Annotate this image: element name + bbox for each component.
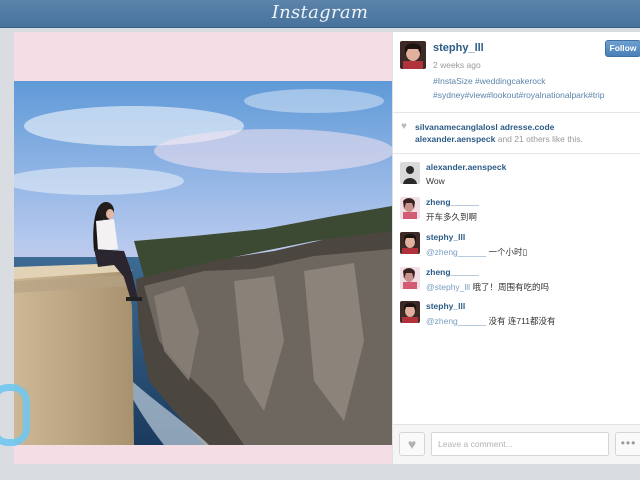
- commenter-avatar[interactable]: [400, 267, 420, 289]
- heart-icon: ♥: [407, 436, 417, 452]
- comment-body: 一个小时▯: [488, 247, 528, 257]
- follow-button[interactable]: Follow: [605, 40, 640, 57]
- comment-text: Wow: [426, 176, 445, 186]
- commenter-avatar[interactable]: [400, 301, 420, 323]
- post-photo[interactable]: [14, 81, 392, 445]
- caption-hashtags-line-2[interactable]: #sydney#view#lookout#royalnationalpark#t…: [433, 88, 638, 102]
- top-bar: Instagram: [0, 0, 640, 28]
- more-options-button[interactable]: •••: [615, 432, 640, 456]
- liker-name[interactable]: alexander.aenspeck: [415, 134, 495, 144]
- comment-username[interactable]: alexander.aenspeck: [426, 162, 506, 172]
- liker-name[interactable]: adresse.code: [500, 122, 554, 132]
- comment-mention[interactable]: @stephy_lll: [426, 282, 470, 292]
- more-options-icon: •••: [620, 436, 637, 450]
- comment-input[interactable]: [431, 432, 609, 456]
- post-timestamp: 2 weeks ago: [433, 60, 481, 70]
- comment-body: 没有 连711都没有: [488, 316, 556, 326]
- caption-hashtags-line-1[interactable]: #InstaSize #weddingcakerock: [433, 74, 638, 88]
- heart-icon: ♥: [401, 121, 407, 132]
- likes-suffix: others like this.: [526, 134, 583, 144]
- comment-username[interactable]: stephy_lll: [426, 232, 465, 242]
- comment-username[interactable]: zheng______: [426, 197, 479, 207]
- comment-text: @zheng______ 没有 连711都没有: [426, 315, 555, 327]
- divider: [393, 112, 640, 113]
- comment-mention[interactable]: @zheng______: [426, 247, 486, 257]
- photo-panel: [14, 32, 392, 464]
- divider: [393, 153, 640, 154]
- comment-text: 开车多久到啊: [426, 212, 478, 222]
- post-owner-username[interactable]: stephy_lll: [433, 42, 484, 54]
- commenter-avatar[interactable]: [400, 232, 420, 254]
- comment-username[interactable]: stephy_lll: [426, 301, 465, 311]
- likes-count[interactable]: 21: [514, 134, 523, 144]
- post-caption: #InstaSize #weddingcakerock #sydney#view…: [433, 74, 638, 102]
- comment-bar: ♥ •••: [393, 424, 640, 464]
- comment-body: 哦了！周围有吃的吗: [472, 282, 549, 292]
- liker-name[interactable]: silvanamecanglalosl: [415, 122, 498, 132]
- comment-username[interactable]: zheng______: [426, 267, 479, 277]
- commenter-avatar[interactable]: [400, 162, 420, 184]
- instagram-logo[interactable]: Instagram: [0, 2, 640, 23]
- post-details-panel: stephy_lll 2 weeks ago #InstaSize #weddi…: [392, 32, 640, 464]
- like-button[interactable]: ♥: [399, 432, 425, 456]
- video-overlay-mark: [0, 384, 30, 446]
- owner-avatar[interactable]: [400, 41, 426, 69]
- likes-connector: and: [497, 134, 512, 144]
- comment-text: @stephy_lll 哦了！周围有吃的吗: [426, 281, 549, 293]
- comment-mention[interactable]: @zheng______: [426, 316, 486, 326]
- commenter-avatar[interactable]: [400, 197, 420, 219]
- comment-text: @zheng______ 一个小时▯: [426, 246, 527, 258]
